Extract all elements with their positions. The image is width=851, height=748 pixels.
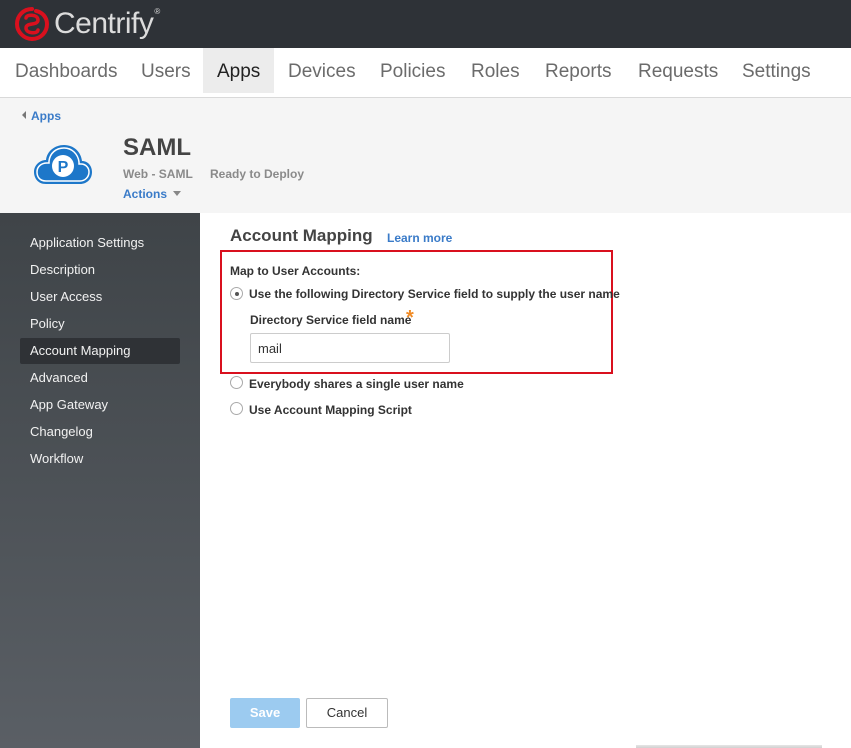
required-marker: * (406, 307, 414, 329)
sidebar-item-application-settings[interactable]: Application Settings (20, 230, 180, 256)
directory-field-input[interactable] (250, 333, 450, 363)
learn-more-link[interactable]: Learn more (387, 231, 452, 245)
back-to-apps-link[interactable]: Apps (22, 109, 61, 123)
save-button[interactable]: Save (230, 698, 300, 728)
centrify-logo-icon (14, 7, 50, 41)
nav-reports[interactable]: Reports (531, 48, 626, 93)
main-nav: Dashboards Users Apps Devices Policies R… (0, 48, 851, 98)
app-cloud-icon: P (34, 145, 92, 184)
app-status: Ready to Deploy (210, 167, 305, 181)
nav-roles[interactable]: Roles (457, 48, 534, 93)
section-title: Account Mapping (230, 226, 373, 245)
sidebar-item-app-gateway[interactable]: App Gateway (20, 392, 180, 418)
nav-apps[interactable]: Apps (203, 48, 275, 93)
caret-down-icon (173, 191, 182, 196)
map-to-user-accounts-label: Map to User Accounts: (230, 264, 361, 278)
brand-name: Centrify® (54, 7, 160, 40)
app-title: SAML (123, 134, 191, 161)
app-header: Apps P SAML Web - SAML Ready to Deploy A… (0, 98, 851, 213)
actions-dropdown[interactable]: Actions (123, 187, 182, 201)
nav-users[interactable]: Users (127, 48, 205, 93)
nav-devices[interactable]: Devices (274, 48, 370, 93)
nav-dashboards[interactable]: Dashboards (1, 48, 131, 93)
radio-mapping-script[interactable] (230, 402, 243, 415)
radio-shared-user-name-label[interactable]: Everybody shares a single user name (249, 377, 464, 391)
nav-settings[interactable]: Settings (728, 48, 825, 93)
sidebar-item-advanced[interactable]: Advanced (20, 365, 180, 391)
cancel-button[interactable]: Cancel (306, 698, 388, 728)
sidebar-item-user-access[interactable]: User Access (20, 284, 180, 310)
app-type: Web - SAML (123, 167, 193, 181)
actions-label: Actions (123, 187, 168, 201)
radio-directory-field[interactable] (230, 287, 243, 300)
radio-directory-field-label[interactable]: Use the following Directory Service fiel… (249, 287, 620, 301)
radio-mapping-script-label[interactable]: Use Account Mapping Script (249, 403, 412, 417)
svg-text:P: P (58, 159, 69, 176)
sidebar-item-workflow[interactable]: Workflow (20, 446, 180, 472)
radio-shared-user-name[interactable] (230, 376, 243, 389)
sidebar: Application Settings Description User Ac… (0, 213, 200, 748)
directory-field-name-label: Directory Service field name (250, 313, 412, 327)
brand-bar: Centrify® (0, 0, 851, 48)
nav-requests[interactable]: Requests (624, 48, 732, 93)
chevron-left-icon (22, 111, 26, 119)
sidebar-item-account-mapping[interactable]: Account Mapping (20, 338, 180, 364)
sidebar-item-description[interactable]: Description (20, 257, 180, 283)
sidebar-item-changelog[interactable]: Changelog (20, 419, 180, 445)
back-link-label: Apps (31, 109, 61, 123)
sidebar-item-policy[interactable]: Policy (20, 311, 180, 337)
nav-policies[interactable]: Policies (366, 48, 459, 93)
